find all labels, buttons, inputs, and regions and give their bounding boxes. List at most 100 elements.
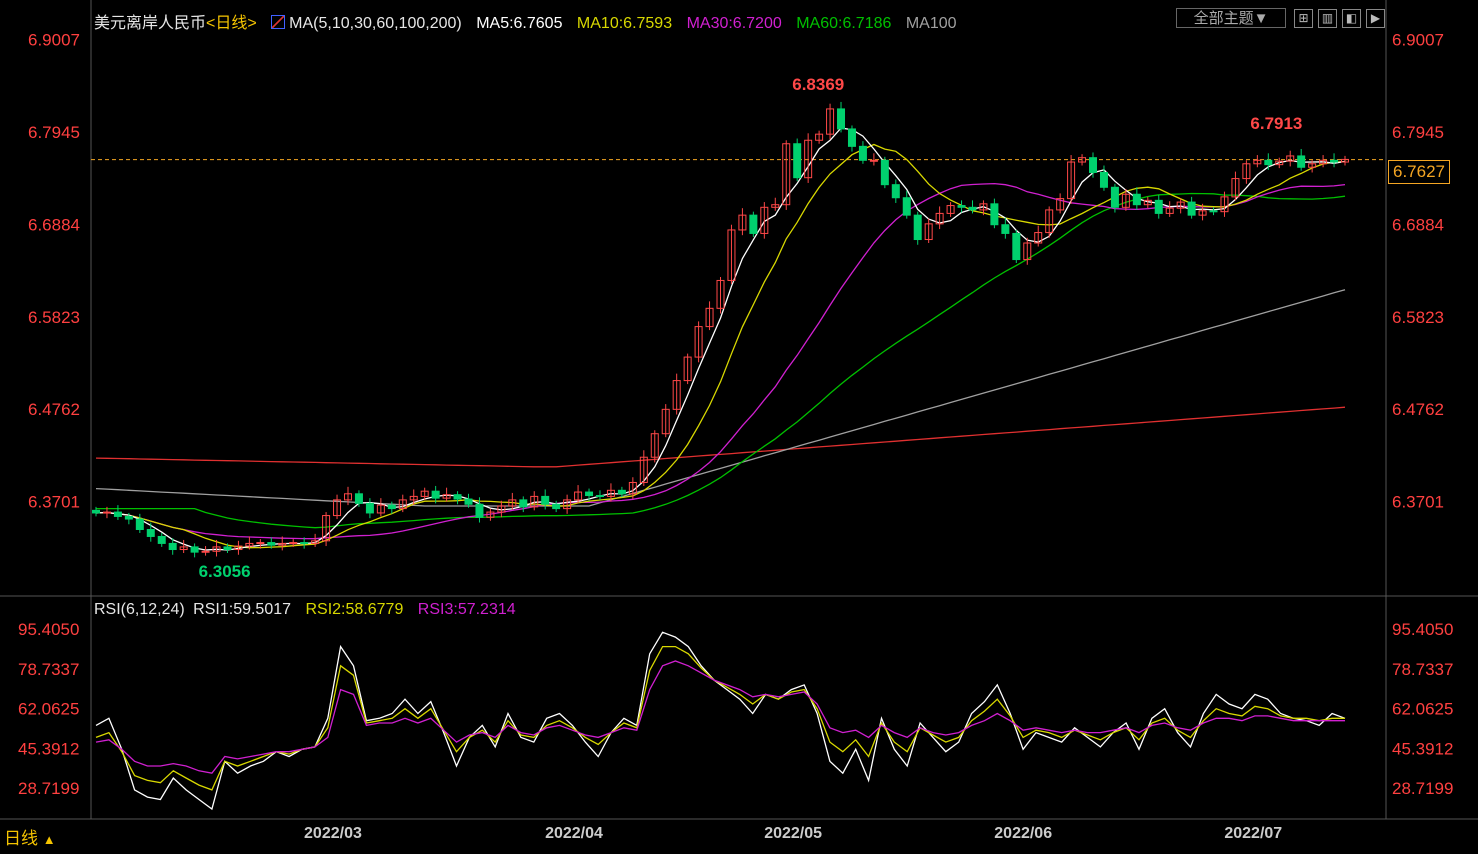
- candle-body: [1154, 199, 1163, 214]
- rsi-tick-right: 78.7337: [1392, 660, 1453, 679]
- ma30-line: [95, 182, 1346, 540]
- price-tick-left: 6.6884: [28, 215, 80, 234]
- ma200-line: [95, 406, 1346, 468]
- symbol-name: 美元离岸人民币: [94, 15, 207, 32]
- candle-body: [267, 542, 276, 546]
- candle-body: [552, 503, 561, 510]
- candle-body: [464, 498, 473, 505]
- candle-body: [289, 542, 298, 545]
- rsi-tick-left: 28.7199: [18, 779, 79, 798]
- candle-body: [135, 518, 144, 530]
- candle-body: [585, 491, 594, 497]
- ma-settings[interactable]: MA(5,10,30,60,100,200): [271, 15, 462, 32]
- period-tag[interactable]: <日线>: [206, 15, 257, 32]
- rsi-tick-right: 45.3912: [1392, 739, 1453, 758]
- period-button[interactable]: 日线 ▲: [4, 824, 56, 849]
- candle-body: [300, 542, 309, 545]
- rsi-label: RSI(6,12,24): [94, 601, 185, 618]
- ma100-value: MA100: [905, 15, 957, 32]
- candle-body: [354, 493, 363, 504]
- candle-body: [157, 535, 166, 544]
- period-arrow-icon: ▲: [42, 832, 56, 847]
- price-tick-left: 6.7945: [28, 123, 80, 142]
- candle-body: [1264, 159, 1273, 166]
- rsi-tick-left: 78.7337: [18, 660, 79, 679]
- theme-select[interactable]: 全部主题▼: [1176, 8, 1286, 28]
- candle-body: [837, 108, 846, 130]
- date-tick: 2022/05: [764, 825, 822, 842]
- price-tick-right: 6.9007: [1392, 31, 1444, 50]
- candle-body: [880, 159, 889, 186]
- candle-body: [124, 515, 133, 520]
- rsi-header: RSI(6,12,24) RSI1:59.5017 RSI2:58.6779 R…: [94, 601, 526, 619]
- price-tick-right: 6.5823: [1392, 308, 1444, 327]
- price-tick-right: 6.6884: [1392, 215, 1444, 234]
- candle-body: [617, 489, 626, 495]
- candle-body: [1089, 157, 1098, 173]
- next-icon[interactable]: ▶: [1366, 9, 1385, 28]
- price-tick-left: 6.4762: [28, 400, 80, 419]
- price-tick-left: 6.5823: [28, 308, 80, 327]
- candle-body: [431, 490, 440, 499]
- ma-indicator-icon[interactable]: [271, 15, 286, 29]
- candle-body: [1012, 232, 1021, 261]
- ma-label: MA(5,10,30,60,100,200): [289, 15, 462, 32]
- candle-body: [1001, 224, 1010, 234]
- ma30-value: MA30:6.7200: [686, 15, 782, 32]
- rsi-tick-right: 95.4050: [1392, 620, 1453, 639]
- candle-body: [113, 511, 122, 517]
- chart-header: 美元离岸人民币<日线> MA(5,10,30,60,100,200) MA5:6…: [94, 9, 967, 33]
- ma60-value: MA60:6.7186: [796, 15, 892, 32]
- candle-body: [1209, 210, 1218, 213]
- candle-body: [453, 494, 462, 500]
- candle-body: [891, 184, 900, 199]
- candle-body: [256, 542, 265, 545]
- price-tick-left: 6.9007: [28, 31, 80, 50]
- candle-body: [858, 145, 867, 161]
- candle-body: [749, 214, 758, 234]
- price-tick-right: 6.4762: [1392, 400, 1444, 419]
- grid-icon[interactable]: ⊞: [1294, 9, 1313, 28]
- price-tick-right: 6.7945: [1392, 123, 1444, 142]
- date-tick: 2022/03: [304, 825, 362, 842]
- candle-body: [519, 499, 528, 508]
- rsi3-value: RSI3:57.2314: [417, 601, 516, 618]
- candle-body: [968, 206, 977, 211]
- price-chart[interactable]: 6.9007 6.9007 6.7945 6.7945 6.6884 6.6884 6.58…: [0, 0, 1478, 854]
- rsi-tick-left: 45.3912: [18, 739, 79, 758]
- candle-body: [201, 550, 210, 553]
- candle-body: [1330, 159, 1339, 163]
- high-annotation: 6.8369: [792, 75, 844, 94]
- rsi-tick-left: 62.0625: [18, 700, 79, 719]
- candle-body: [913, 214, 922, 241]
- ma10-value: MA10:6.7593: [576, 15, 673, 32]
- date-tick: 2022/06: [994, 825, 1052, 842]
- rsi-tick-right: 62.0625: [1392, 700, 1453, 719]
- candle-body: [1297, 155, 1306, 168]
- candle-body: [92, 509, 100, 514]
- candle-body: [102, 511, 111, 514]
- candle-body: [847, 128, 856, 147]
- date-tick: 2022/07: [1224, 825, 1282, 842]
- candle-body: [475, 503, 484, 518]
- candle-body: [190, 546, 199, 553]
- ma100-line: [95, 289, 1346, 507]
- candle-body: [365, 502, 374, 514]
- candle-body: [1132, 193, 1141, 206]
- candle-body: [957, 205, 966, 208]
- ma60-line: [96, 192, 1346, 529]
- rsi1-value: RSI1:59.5017: [193, 601, 292, 618]
- date-tick: 2022/04: [545, 825, 603, 842]
- ma5-value: MA5:6.7605: [476, 15, 563, 32]
- rsi2-value: RSI2:58.6779: [305, 601, 404, 618]
- layout-icon[interactable]: ▥: [1318, 9, 1337, 28]
- prev-icon[interactable]: ◧: [1342, 9, 1361, 28]
- price-tick-left: 6.3701: [28, 493, 80, 512]
- candle-body: [1187, 201, 1196, 216]
- low-annotation: 6.3056: [199, 562, 251, 581]
- rsi-line-rsi3: [95, 660, 1345, 774]
- price-tick-right: 6.3701: [1392, 493, 1444, 512]
- candle-body: [902, 197, 911, 216]
- candle-body: [146, 528, 155, 537]
- candle-body: [541, 495, 550, 505]
